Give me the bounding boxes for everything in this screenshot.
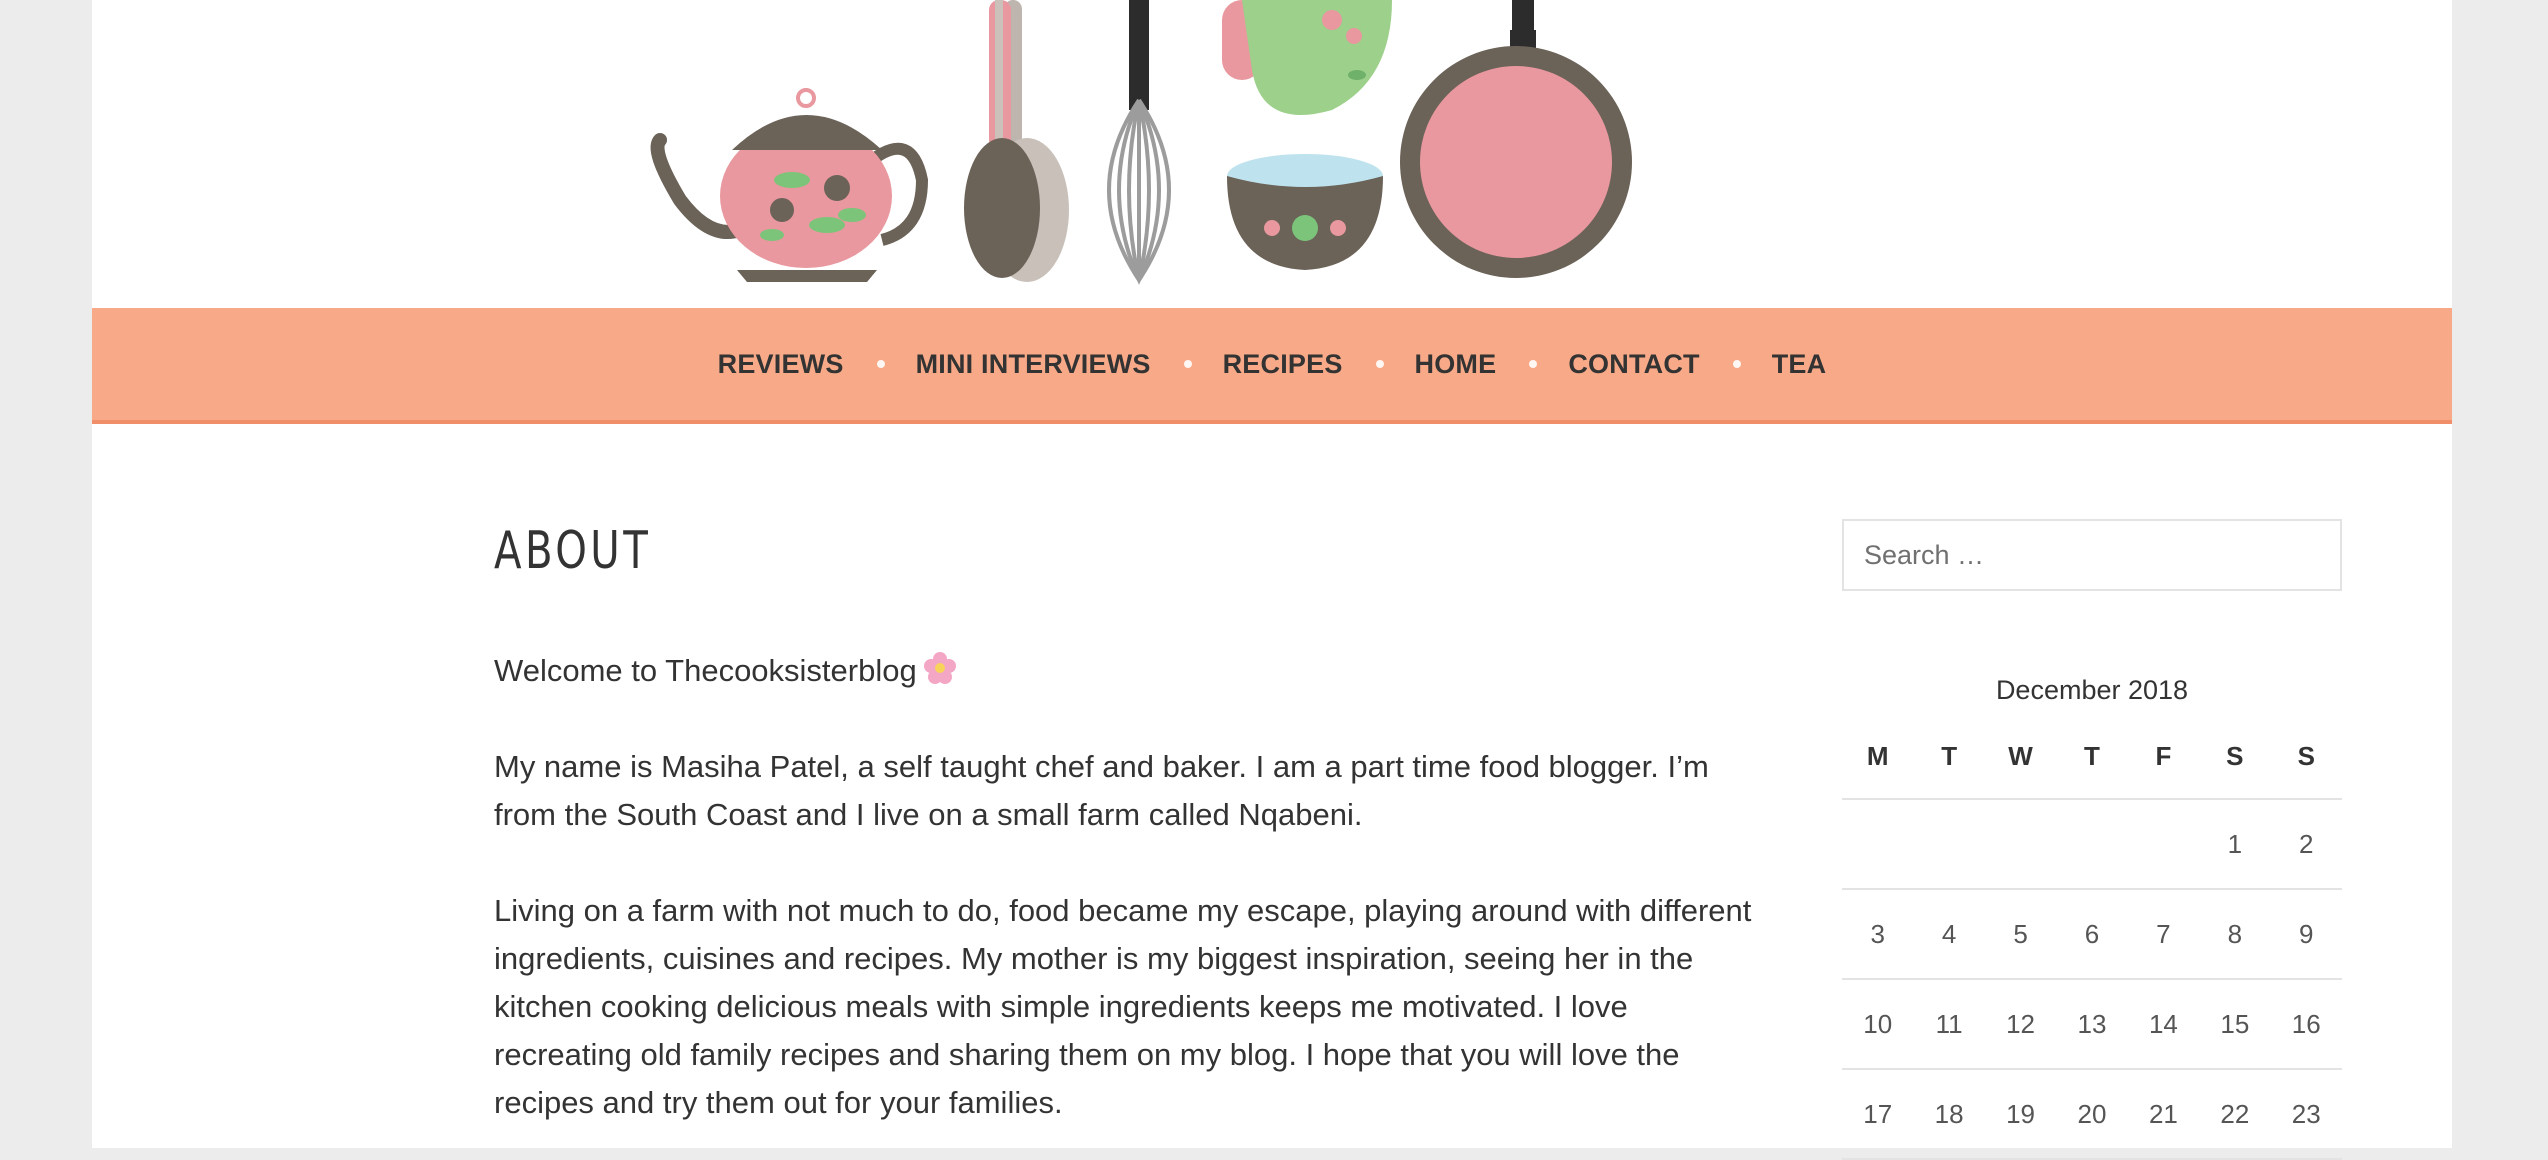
nav-separator-dot (1529, 360, 1538, 368)
calendar-day (1842, 799, 1914, 890)
calendar-day: 12 (1984, 979, 2057, 1070)
calendar-day: 22 (2199, 1069, 2271, 1160)
nav-item-home[interactable]: HOME (1415, 349, 1497, 380)
weekday-tuesday: T (1913, 714, 1985, 800)
calendar-week-row: 1 2 (1842, 799, 2342, 890)
frying-pan-icon (1400, 0, 1632, 278)
calendar-day (1913, 799, 1985, 890)
oven-mitt-icon (1222, 0, 1392, 115)
calendar-week-row: 10 11 12 13 14 15 16 (1842, 979, 2342, 1070)
story-paragraph: Living on a farm with not much to do, fo… (494, 893, 1752, 1120)
calendar-day: 1 (2199, 799, 2271, 890)
calendar-day: 3 (1842, 889, 1914, 980)
calendar-day: 18 (1913, 1069, 1985, 1160)
calendar-day: 20 (2056, 1069, 2128, 1160)
bowl-icon (1227, 154, 1383, 270)
header-illustration[interactable] (92, 0, 2452, 308)
calendar-day: 5 (1984, 889, 2057, 980)
calendar-day: 15 (2199, 979, 2271, 1070)
calendar-caption: December 2018 (1995, 675, 2189, 705)
intro-paragraph: My name is Masiha Patel, a self taught c… (494, 749, 1709, 832)
calendar-day: 16 (2270, 979, 2342, 1070)
calendar-day: 11 (1913, 979, 1985, 1070)
primary-navigation: REVIEWS MINI INTERVIEWS RECIPES HOME CON… (92, 308, 2452, 424)
weekday-saturday: S (2199, 714, 2271, 800)
calendar-day: 13 (2056, 979, 2128, 1070)
calendar-day: 14 (2127, 979, 2200, 1070)
weekday-wednesday: W (1984, 714, 2057, 800)
calendar-day: 10 (1842, 979, 1914, 1070)
teapot-icon (650, 88, 929, 282)
page-title: ABOUT (494, 521, 652, 581)
whisk-icon (1107, 0, 1171, 285)
nav-separator-dot (1375, 360, 1384, 368)
calendar-day: 17 (1842, 1069, 1914, 1160)
calendar-day: 8 (2199, 889, 2271, 980)
search-input[interactable] (1842, 519, 2342, 591)
calendar-week-row: 3 4 5 6 7 8 9 (1842, 889, 2342, 980)
page: REVIEWS MINI INTERVIEWS RECIPES HOME CON… (92, 0, 2452, 1160)
calendar-table: M T W T F S S 1 2 3 4 5 6 7 8 9 10 11 12… (1842, 714, 2342, 1160)
nav-separator-dot (1183, 360, 1192, 368)
spoon-icon (964, 0, 1069, 282)
weekday-thursday: T (2056, 714, 2128, 800)
calendar-day: 7 (2127, 889, 2200, 980)
welcome-label: Welcome to Thecooksisterblog (494, 653, 917, 688)
weekday-friday: F (2127, 714, 2200, 800)
calendar-widget: December 2018 M T W T F S S 1 2 3 4 5 6 … (1842, 666, 2342, 1160)
welcome-text: Welcome to Thecooksisterblog (494, 647, 957, 699)
calendar-day: 21 (2127, 1069, 2200, 1160)
calendar-day: 4 (1913, 889, 1985, 980)
nav-separator-dot (876, 360, 885, 368)
nav-item-mini-interviews[interactable]: MINI INTERVIEWS (916, 349, 1151, 380)
calendar-week-row: 17 18 19 20 21 22 23 (1842, 1069, 2342, 1160)
calendar-day: 6 (2056, 889, 2128, 980)
nav-item-recipes[interactable]: RECIPES (1223, 349, 1343, 380)
calendar-day (2127, 799, 2200, 890)
calendar-day: 23 (2270, 1069, 2342, 1160)
main-content: ABOUT Welcome to Thecooksisterblog My na… (494, 520, 1834, 1120)
calendar-day: 2 (2270, 799, 2342, 890)
calendar-day: 19 (1984, 1069, 2057, 1160)
nav-item-contact[interactable]: CONTACT (1568, 349, 1699, 380)
calendar-day (2056, 799, 2128, 890)
nav-item-tea[interactable]: TEA (1772, 349, 1827, 380)
calendar-day (1984, 799, 2057, 890)
calendar-weekday-row: M T W T F S S (1842, 714, 2342, 800)
calendar-day: 9 (2270, 889, 2342, 980)
nav-item-reviews[interactable]: REVIEWS (718, 349, 844, 380)
weekday-sunday: S (2270, 714, 2342, 800)
weekday-monday: M (1842, 714, 1914, 800)
nav-separator-dot (1732, 360, 1741, 368)
cherry-blossom-icon (923, 651, 957, 699)
